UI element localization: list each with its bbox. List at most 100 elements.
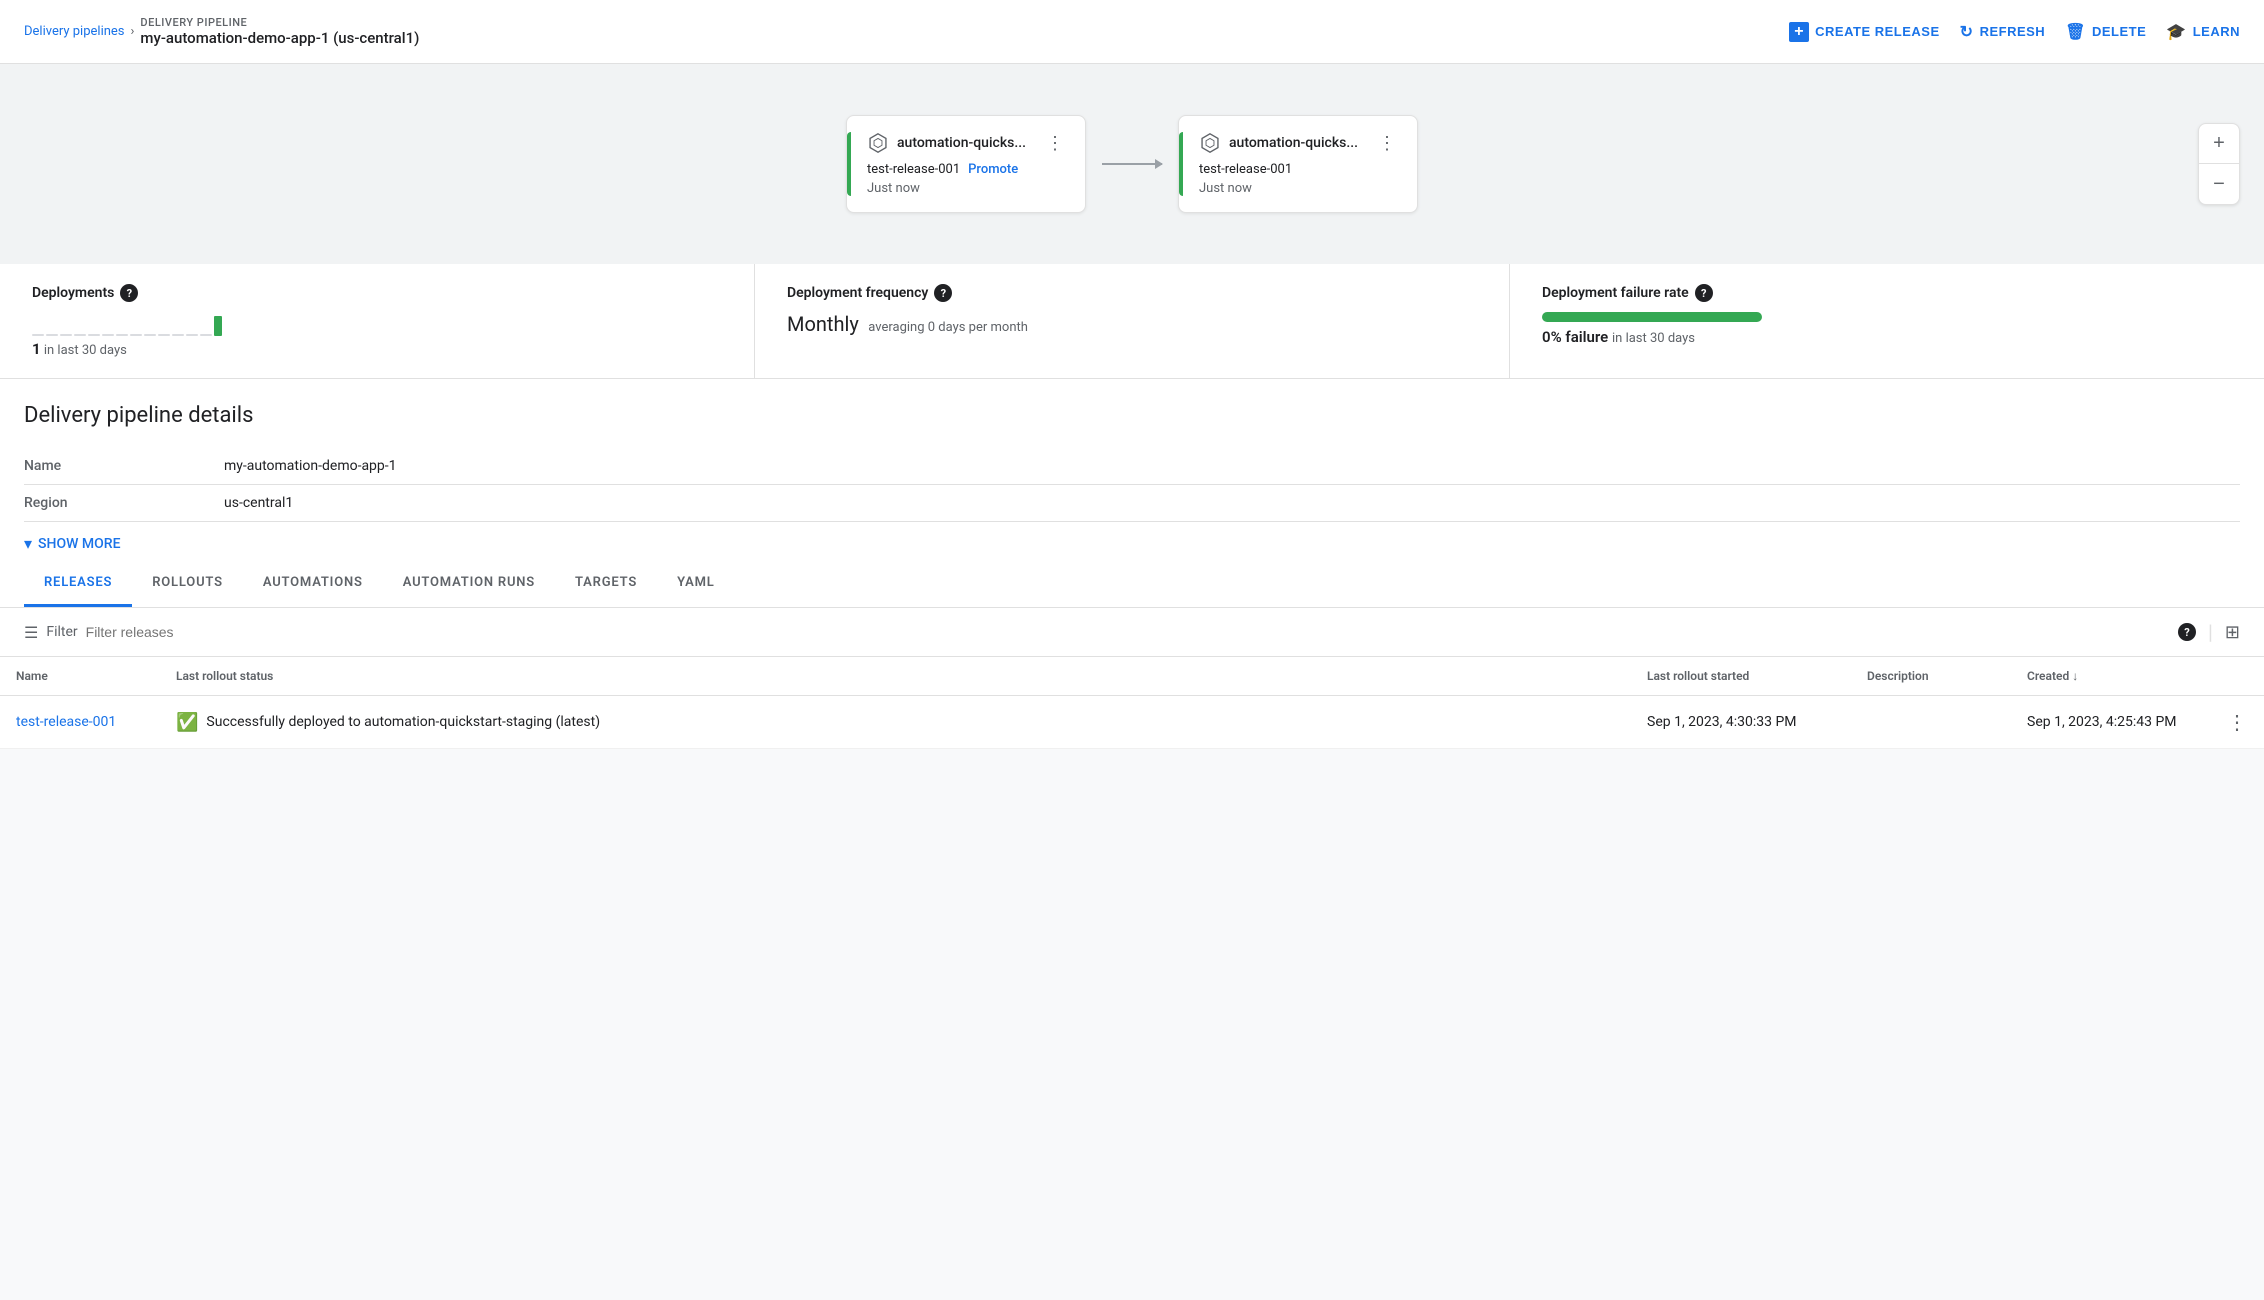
section-title: Delivery pipeline details (24, 403, 2240, 428)
tab-automations[interactable]: AUTOMATIONS (243, 561, 383, 607)
node-2-release-row: test-release-001 (1199, 162, 1397, 177)
node-1-name: automation-quicks... (897, 135, 1026, 151)
node-2-menu-button[interactable]: ⋮ (1378, 133, 1397, 154)
failure-percent: 0% (1542, 328, 1562, 346)
filter-bar: ☰ Filter ? | ⊞ (0, 608, 2264, 657)
refresh-icon: ↻ (1960, 22, 1974, 42)
tab-releases[interactable]: RELEASES (24, 561, 132, 607)
details-section: Delivery pipeline details Namemy-automat… (0, 379, 2264, 561)
arrow-line (1102, 163, 1162, 165)
node-1-release-row: test-release-001 Promote (867, 162, 1065, 177)
plus-icon: + (1789, 22, 1809, 42)
pipeline-info: DELIVERY PIPELINE my-automation-demo-app… (140, 16, 419, 47)
deployments-chart (32, 312, 722, 336)
releases-table-container: Name Last rollout status Last rollout st… (0, 657, 2264, 749)
promote-button[interactable]: Promote (968, 162, 1018, 177)
node-2-release-name: test-release-001 (1199, 162, 1292, 177)
chart-dash-3 (60, 334, 72, 336)
failure-value: 0% failure in last 30 days (1542, 328, 2232, 346)
detail-label: Name (24, 448, 224, 485)
deployments-label: Deployments ? (32, 284, 722, 302)
refresh-button[interactable]: ↻ REFRESH (1960, 22, 2046, 42)
frequency-value-row: Monthly averaging 0 days per month (787, 312, 1477, 336)
status-cell: ✅ Successfully deployed to automation-qu… (176, 712, 1615, 733)
node-1-release-name: test-release-001 (867, 162, 960, 177)
tab-targets[interactable]: TARGETS (555, 561, 657, 607)
col-started: Last rollout started (1631, 657, 1851, 696)
learn-icon: 🎓 (2166, 22, 2186, 42)
tab-automation-runs[interactable]: AUTOMATION RUNS (383, 561, 555, 607)
chart-dash-12 (186, 334, 198, 336)
tab-rollouts[interactable]: ROLLOUTS (132, 561, 243, 607)
frequency-help-icon[interactable]: ? (934, 284, 952, 302)
details-row: Regionus-central1 (24, 485, 2240, 522)
chevron-down-icon: ▾ (24, 534, 32, 553)
row-created: Sep 1, 2023, 4:25:43 PM (2011, 696, 2211, 749)
col-status: Last rollout status (160, 657, 1631, 696)
create-release-label: CREATE RELEASE (1815, 24, 1940, 39)
learn-button[interactable]: 🎓 LEARN (2166, 22, 2240, 42)
table-row: test-release-001 ✅ Successfully deployed… (0, 696, 2264, 749)
chart-dash-10 (158, 334, 170, 336)
row-status: ✅ Successfully deployed to automation-qu… (160, 696, 1631, 749)
zoom-in-button[interactable]: + (2199, 124, 2239, 164)
failure-help-icon[interactable]: ? (1695, 284, 1713, 302)
refresh-label: REFRESH (1980, 24, 2046, 39)
row-menu-button[interactable]: ⋮ (2227, 710, 2248, 734)
filter-divider: | (2208, 620, 2213, 644)
chart-dash-2 (46, 334, 58, 336)
delete-icon: 🗑 (2065, 22, 2086, 42)
filter-input[interactable] (86, 624, 286, 640)
filter-icon: ☰ (24, 623, 38, 642)
pipeline-name-label: my-automation-demo-app-1 (us-central1) (140, 29, 419, 47)
pipeline-type-label: DELIVERY PIPELINE (140, 16, 419, 29)
filter-help-icon[interactable]: ? (2178, 623, 2196, 641)
chart-dash-5 (88, 334, 100, 336)
filter-left: ☰ Filter (24, 623, 286, 642)
node-1-menu-button[interactable]: ⋮ (1046, 133, 1065, 154)
node-2-header: automation-quicks... ⋮ (1199, 132, 1397, 154)
show-more-button[interactable]: ▾ SHOW MORE (24, 522, 2240, 561)
filter-label[interactable]: Filter (46, 624, 77, 640)
zoom-out-button[interactable]: − (2199, 164, 2239, 204)
create-release-button[interactable]: + CREATE RELEASE (1789, 22, 1940, 42)
chart-dash-7 (116, 334, 128, 336)
col-description: Description (1851, 657, 2011, 696)
col-actions (2211, 657, 2264, 696)
detail-label: Region (24, 485, 224, 522)
failure-progress-bar (1542, 312, 1762, 322)
delete-button[interactable]: 🗑 DELETE (2065, 22, 2146, 42)
node-2-name: automation-quicks... (1229, 135, 1358, 151)
row-started: Sep 1, 2023, 4:30:33 PM (1631, 696, 1851, 749)
failure-period: in last 30 days (1612, 331, 1695, 346)
deployments-help-icon[interactable]: ? (120, 284, 138, 302)
col-created[interactable]: Created ↓ (2011, 657, 2211, 696)
failure-label: Deployment failure rate ? (1542, 284, 2232, 302)
chart-dash-8 (130, 334, 142, 336)
tabs-bar: RELEASESROLLOUTSAUTOMATIONSAUTOMATION RU… (0, 561, 2264, 608)
pipeline-arrow (1086, 163, 1178, 165)
filter-right: ? | ⊞ (2178, 620, 2240, 644)
details-table: Namemy-automation-demo-app-1Regionus-cen… (24, 448, 2240, 522)
delivery-pipelines-link[interactable]: Delivery pipelines (24, 24, 125, 39)
metrics-bar: Deployments ? 1 in last 30 days Deploy (0, 264, 2264, 379)
row-actions: ⋮ (2211, 696, 2264, 749)
details-row: Namemy-automation-demo-app-1 (24, 448, 2240, 485)
node-1-time: Just now (867, 181, 1065, 196)
status-text: Successfully deployed to automation-quic… (206, 714, 600, 730)
deployments-period: in last 30 days (44, 343, 127, 358)
breadcrumb: Delivery pipelines › DELIVERY PIPELINE m… (24, 16, 419, 47)
columns-icon[interactable]: ⊞ (2225, 622, 2240, 643)
col-name: Name (0, 657, 160, 696)
pipeline-node-1: automation-quicks... ⋮ test-release-001 … (846, 115, 1086, 213)
sort-arrow: ↓ (2072, 669, 2078, 683)
table-header-row: Name Last rollout status Last rollout st… (0, 657, 2264, 696)
status-success-icon: ✅ (176, 712, 198, 733)
node-2-icon (1199, 132, 1221, 154)
tab-yaml[interactable]: YAML (657, 561, 735, 607)
deployments-metric: Deployments ? 1 in last 30 days (0, 264, 755, 378)
delete-label: DELETE (2092, 24, 2146, 39)
frequency-label: Deployment frequency ? (787, 284, 1477, 302)
release-name-link[interactable]: test-release-001 (16, 714, 116, 730)
show-more-label: SHOW MORE (38, 536, 120, 552)
